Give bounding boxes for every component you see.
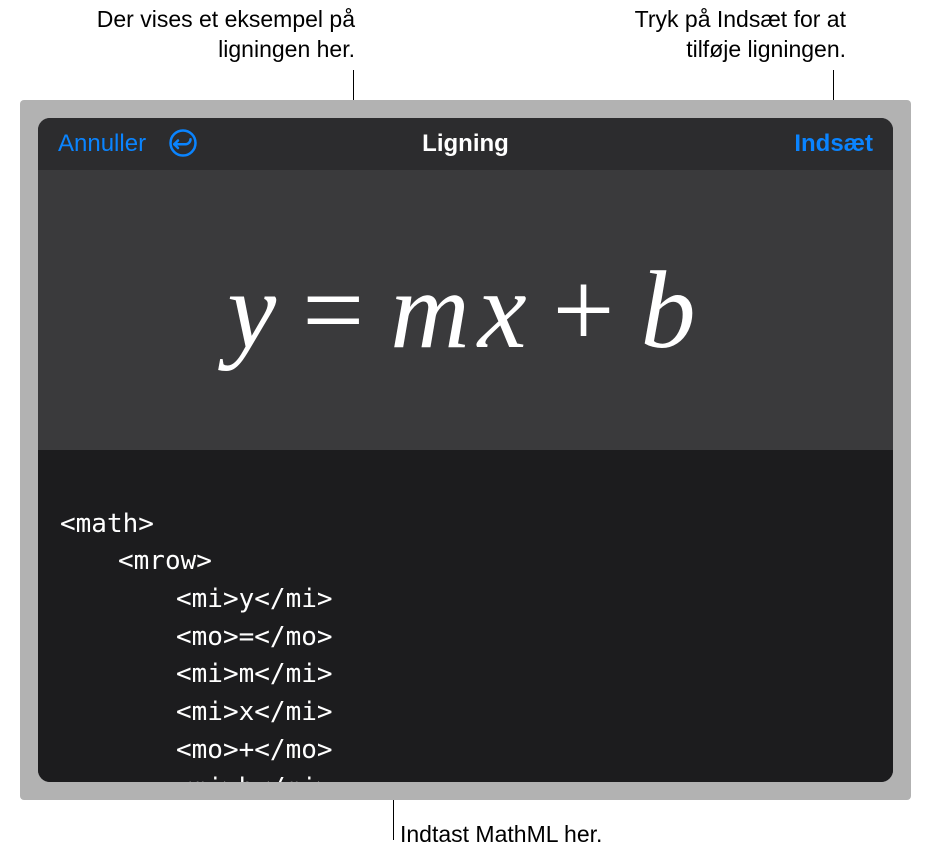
code-line: <mo>=</mo> [60, 622, 333, 652]
cancel-button[interactable]: Annuller [58, 130, 146, 158]
code-line: <mi>x</mi> [60, 697, 333, 727]
equation-editor-window: Annuller Ligning Indsæt y=mx+b [38, 118, 893, 782]
device-frame: Annuller Ligning Indsæt y=mx+b [20, 100, 911, 800]
equation-preview: y=mx+b [38, 170, 893, 450]
eq-var-b: b [641, 249, 704, 371]
code-line: <mrow> [60, 546, 212, 576]
callout-insert: Tryk på Indsæt for at tilføje ligningen. [586, 5, 846, 65]
code-line: <mo>+</mo> [60, 735, 333, 765]
rendered-equation: y=mx+b [227, 247, 703, 374]
code-line: <mi>m</mi> [60, 659, 333, 689]
callout-preview: Der vises et eksempel på ligningen her. [60, 5, 355, 65]
mathml-code[interactable]: <math> <mrow> <mi>y</mi> <mo>=</mo> <mi>… [60, 468, 871, 782]
eq-var-y: y [227, 249, 284, 371]
code-line: <mi>b</mi> [60, 773, 333, 783]
code-line: <math> [60, 509, 154, 539]
callout-input: Indtast MathML her. [400, 820, 602, 850]
header: Annuller Ligning Indsæt [38, 118, 893, 170]
eq-op-equals: = [302, 249, 372, 371]
eq-op-plus: + [553, 249, 623, 371]
header-left: Annuller [58, 128, 198, 161]
mathml-input[interactable]: <math> <mrow> <mi>y</mi> <mo>=</mo> <mi>… [38, 450, 893, 782]
code-line: <mi>y</mi> [60, 584, 333, 614]
eq-var-x: x [478, 249, 535, 371]
page-title: Ligning [422, 130, 509, 158]
insert-button[interactable]: Indsæt [794, 130, 873, 158]
undo-button[interactable] [168, 128, 198, 161]
eq-var-m: m [390, 249, 477, 371]
undo-icon [168, 128, 198, 161]
